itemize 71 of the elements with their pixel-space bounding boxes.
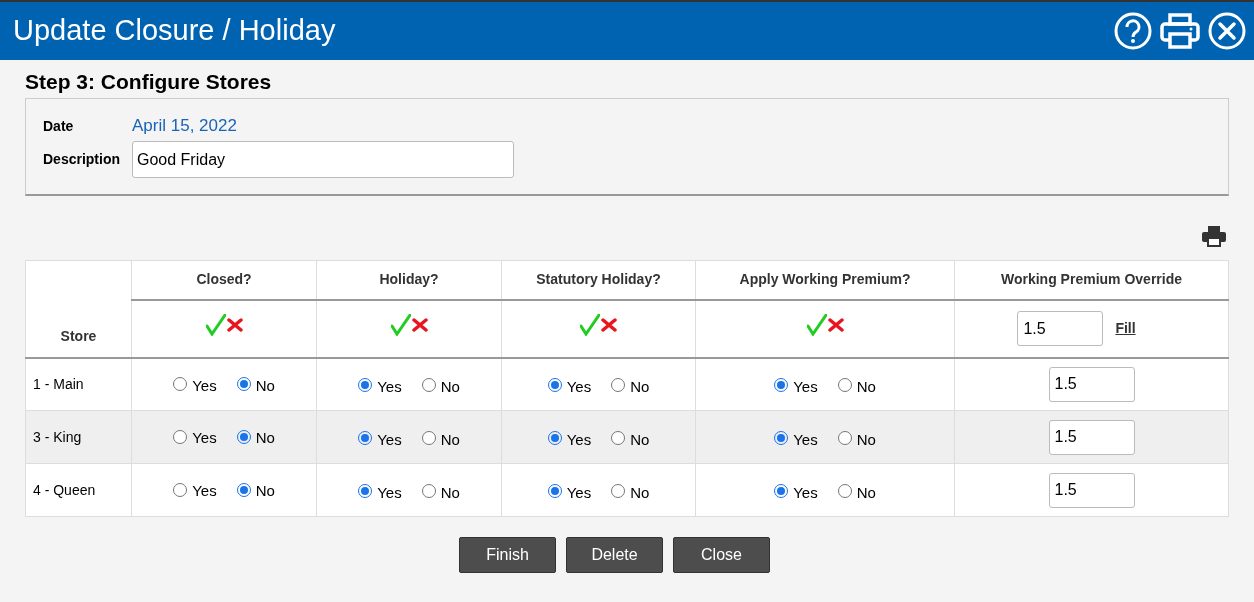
radio-button[interactable] xyxy=(611,378,626,393)
override-input[interactable]: 1.5 xyxy=(1048,419,1135,455)
radio-label[interactable]: Yes xyxy=(377,376,402,399)
store-name: 3 - King xyxy=(33,428,82,445)
action-button[interactable]: Finish xyxy=(459,537,556,573)
cross-icon[interactable] xyxy=(411,318,428,332)
help-icon[interactable] xyxy=(1114,12,1152,50)
print-icon[interactable] xyxy=(1160,13,1200,49)
radio-label[interactable]: Yes xyxy=(793,481,818,505)
store-name: 4 - Queen xyxy=(33,481,96,498)
window-title: Update Closure / Holiday xyxy=(13,13,336,49)
store-name: 1 - Main xyxy=(33,375,84,392)
radio-label[interactable]: No xyxy=(440,481,460,505)
override-input[interactable]: 1.5 xyxy=(1017,311,1104,346)
radio-label[interactable]: No xyxy=(255,427,275,450)
radio-button[interactable] xyxy=(421,431,436,445)
radio-label[interactable]: Yes xyxy=(377,481,402,505)
override-input[interactable]: 1.5 xyxy=(1048,366,1135,402)
column-header: Store xyxy=(60,327,97,344)
radio-label[interactable]: Yes xyxy=(192,427,217,450)
action-button[interactable]: Delete xyxy=(566,537,663,573)
radio-button[interactable] xyxy=(173,429,188,444)
radio-label[interactable]: No xyxy=(630,481,650,505)
close-icon[interactable] xyxy=(1208,12,1246,50)
radio-label[interactable]: No xyxy=(856,481,876,505)
check-icon[interactable] xyxy=(806,314,827,336)
radio-button[interactable] xyxy=(421,484,436,498)
fill-link[interactable]: Fill xyxy=(1115,318,1136,339)
column-header: Holiday? xyxy=(379,271,439,288)
radio-label[interactable]: Yes xyxy=(566,376,592,399)
radio-label[interactable]: Yes xyxy=(566,481,592,505)
column-header: Closed? xyxy=(196,271,252,288)
description-field[interactable]: Good Friday xyxy=(132,141,514,178)
step-title: Step 3: Configure Stores xyxy=(25,69,273,95)
column-header: Apply Working Premium? xyxy=(739,271,911,288)
date-value: April 15, 2022 xyxy=(132,115,237,138)
radio-button[interactable] xyxy=(611,431,626,445)
radio-label[interactable]: Yes xyxy=(192,374,217,398)
date-label: Date xyxy=(43,116,75,136)
check-icon[interactable] xyxy=(580,314,600,336)
cross-icon[interactable] xyxy=(601,318,617,332)
radio-button[interactable] xyxy=(837,378,852,393)
radio-button[interactable] xyxy=(837,431,852,445)
radio-label[interactable]: Yes xyxy=(793,428,818,452)
description-label: Description xyxy=(43,150,121,169)
radio-label[interactable]: No xyxy=(630,376,650,399)
column-header: Working Premium Override xyxy=(1001,271,1182,288)
radio-label[interactable]: No xyxy=(440,376,460,399)
radio-label[interactable]: Yes xyxy=(566,428,592,452)
radio-label[interactable]: No xyxy=(440,428,460,452)
check-icon[interactable] xyxy=(390,314,411,336)
radio-label[interactable]: No xyxy=(255,480,275,503)
override-input[interactable]: 1.5 xyxy=(1048,472,1135,508)
radio-label[interactable]: No xyxy=(255,374,275,398)
radio-label[interactable]: Yes xyxy=(793,376,818,399)
radio-label[interactable]: No xyxy=(856,376,876,399)
cross-icon[interactable] xyxy=(827,318,844,332)
radio-button[interactable] xyxy=(421,378,436,393)
radio-button[interactable] xyxy=(173,482,188,497)
action-button[interactable]: Close xyxy=(673,537,770,573)
radio-label[interactable]: No xyxy=(630,428,650,452)
radio-label[interactable]: No xyxy=(856,428,876,452)
radio-button[interactable] xyxy=(837,484,852,498)
column-header: Statutory Holiday? xyxy=(536,271,661,288)
radio-button[interactable] xyxy=(173,376,188,391)
radio-label[interactable]: Yes xyxy=(192,480,217,503)
radio-label[interactable]: Yes xyxy=(377,428,402,452)
radio-button[interactable] xyxy=(611,484,626,498)
print-icon[interactable] xyxy=(1201,225,1227,247)
check-icon[interactable] xyxy=(205,314,226,336)
cross-icon[interactable] xyxy=(226,318,243,332)
